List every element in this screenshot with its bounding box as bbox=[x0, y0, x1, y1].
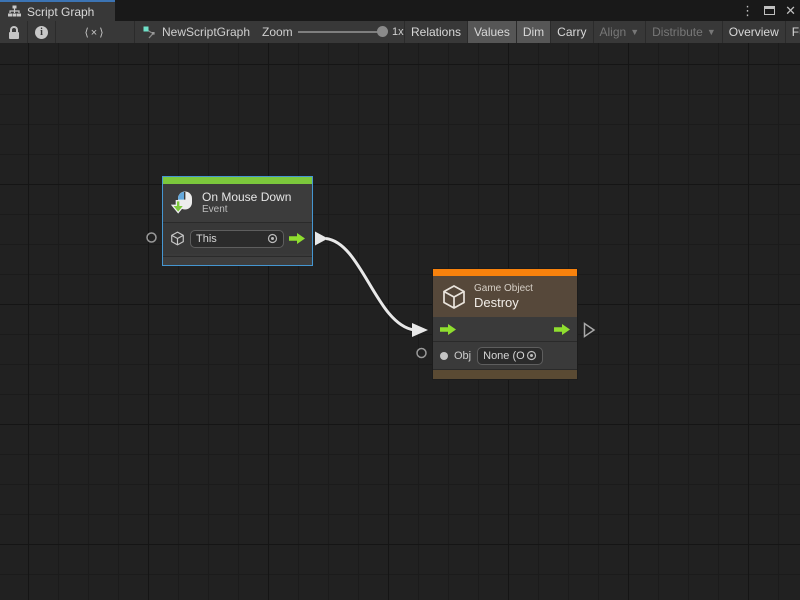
node-destroy[interactable]: Game Object Destroy Obj None (O bbox=[432, 268, 578, 380]
mouse-down-icon bbox=[171, 191, 195, 215]
close-icon[interactable]: ✕ bbox=[785, 0, 796, 21]
maximize-icon[interactable] bbox=[764, 6, 775, 15]
target-field[interactable]: This bbox=[190, 230, 284, 248]
zoom-slider[interactable] bbox=[298, 31, 386, 33]
object-picker-icon[interactable] bbox=[267, 233, 278, 244]
flow-row bbox=[433, 317, 577, 341]
node-category: Game Object bbox=[474, 283, 533, 295]
object-picker-icon[interactable] bbox=[526, 350, 537, 361]
align-button[interactable]: Align▼ bbox=[594, 21, 647, 43]
graph-name[interactable]: NewScriptGraph bbox=[162, 25, 250, 39]
node-footer bbox=[433, 369, 577, 379]
node-title: On Mouse Down bbox=[202, 190, 291, 204]
destroy-accent-bar bbox=[433, 269, 577, 276]
zoom-slider-handle[interactable] bbox=[377, 26, 388, 37]
graph-toolbar: i ⟨×⟩ NewScriptGraph Zoom 1x Relations V… bbox=[0, 21, 800, 43]
target-field-value: This bbox=[196, 233, 263, 245]
node-subtitle: Event bbox=[202, 204, 291, 216]
fullscreen-button[interactable]: Full S bbox=[786, 21, 800, 43]
graph-breadcrumb: NewScriptGraph Zoom 1x bbox=[135, 21, 405, 43]
tab-bar: Script Graph ⋮ ✕ bbox=[0, 0, 800, 21]
dim-button[interactable]: Dim bbox=[517, 21, 551, 43]
zoom-value: 1x bbox=[392, 26, 404, 38]
object-field[interactable]: None (O bbox=[477, 347, 543, 365]
target-row: This bbox=[163, 222, 312, 254]
node-header: Game Object Destroy bbox=[433, 276, 577, 317]
script-graph-window: Script Graph ⋮ ✕ i ⟨×⟩ NewScriptGraph bbox=[0, 0, 800, 600]
object-row: Obj None (O bbox=[433, 341, 577, 369]
chevron-down-icon: ▼ bbox=[630, 27, 639, 37]
trigger-out-arrow-icon[interactable] bbox=[554, 324, 570, 335]
chevron-down-icon: ▼ bbox=[707, 27, 716, 37]
code-icon: ⟨×⟩ bbox=[84, 26, 105, 39]
window-controls: ⋮ ✕ bbox=[741, 0, 796, 21]
node-header: On Mouse Down Event bbox=[163, 184, 312, 222]
game-object-cube-icon bbox=[170, 231, 185, 246]
object-field-value: None (O bbox=[483, 350, 528, 362]
lock-icon bbox=[8, 26, 20, 39]
node-on-mouse-down[interactable]: On Mouse Down Event This bbox=[162, 176, 313, 266]
script-graph-asset-icon bbox=[143, 26, 156, 39]
menu-icon[interactable]: ⋮ bbox=[741, 0, 754, 21]
object-input-port[interactable] bbox=[440, 352, 448, 360]
trigger-out-arrow-icon[interactable] bbox=[289, 233, 305, 244]
values-button[interactable]: Values bbox=[468, 21, 517, 43]
lock-button[interactable] bbox=[0, 21, 28, 43]
zoom-label: Zoom bbox=[262, 25, 293, 39]
tab-script-graph[interactable]: Script Graph bbox=[0, 0, 115, 21]
info-icon: i bbox=[35, 26, 48, 39]
info-button[interactable]: i bbox=[28, 21, 56, 43]
event-accent-bar bbox=[163, 177, 312, 184]
object-port-label: Obj bbox=[454, 350, 471, 362]
carry-button[interactable]: Carry bbox=[551, 21, 593, 43]
hierarchy-icon bbox=[8, 5, 21, 18]
node-title: Destroy bbox=[474, 295, 533, 310]
tab-title: Script Graph bbox=[27, 5, 94, 19]
cube-icon bbox=[441, 284, 467, 310]
relations-button[interactable]: Relations bbox=[405, 21, 468, 43]
trigger-in-arrow-icon[interactable] bbox=[440, 324, 456, 335]
code-view-button[interactable]: ⟨×⟩ bbox=[56, 21, 135, 43]
node-footer bbox=[163, 256, 312, 265]
distribute-button[interactable]: Distribute▼ bbox=[646, 21, 723, 43]
graph-canvas[interactable] bbox=[0, 43, 800, 600]
toolbar-buttons: Relations Values Dim Carry Align▼ Distri… bbox=[405, 21, 800, 43]
overview-button[interactable]: Overview bbox=[723, 21, 786, 43]
